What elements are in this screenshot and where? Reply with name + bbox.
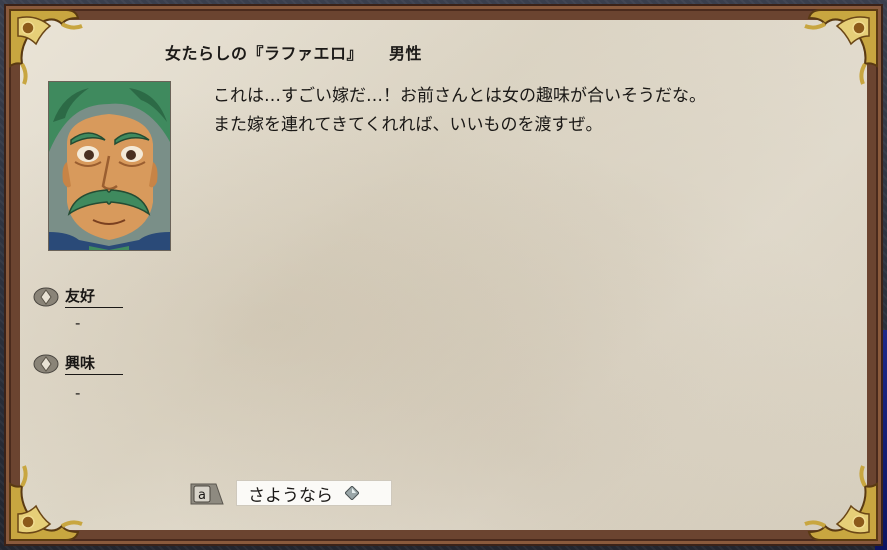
hotkey-letter: a — [198, 488, 206, 503]
dialogue-line: これは…すごい嫁だ…！お前さんとは女の趣味が合いそうだな。 — [213, 86, 706, 106]
npc-header: 女たらしの『ラファエロ』 男性 — [165, 40, 422, 64]
npc-gender: 男性 — [389, 44, 423, 63]
hotkey-a-icon: a — [190, 482, 224, 506]
dialogue-text: これは…すごい嫁だ…！お前さんとは女の趣味が合いそうだな。 また嫁を連れてきてく… — [213, 82, 706, 140]
bronze-diamond-icon — [33, 287, 59, 306]
diamond-gem-icon — [345, 486, 359, 500]
npc-portrait — [48, 81, 171, 251]
ornament-corner-icon — [6, 454, 96, 544]
npc-name: 女たらしの『ラファエロ』 — [165, 44, 364, 63]
dialogue-line: また嫁を連れてきてくれれば、いいものを渡すぜ。 — [213, 115, 603, 135]
ornament-corner-icon — [791, 6, 881, 96]
choice-label: さようなら — [248, 485, 333, 506]
interest-value: - — [75, 384, 81, 402]
friendship-value: - — [75, 314, 81, 332]
interest-label-text: 興味 — [65, 352, 123, 375]
interest-label: 興味 — [33, 352, 123, 375]
choice-goodbye-button[interactable]: さようなら — [236, 480, 392, 506]
ornament-corner-icon — [791, 454, 881, 544]
bronze-diamond-icon — [33, 354, 59, 373]
friendship-label-text: 友好 — [65, 285, 123, 308]
friendship-label: 友好 — [33, 285, 123, 308]
